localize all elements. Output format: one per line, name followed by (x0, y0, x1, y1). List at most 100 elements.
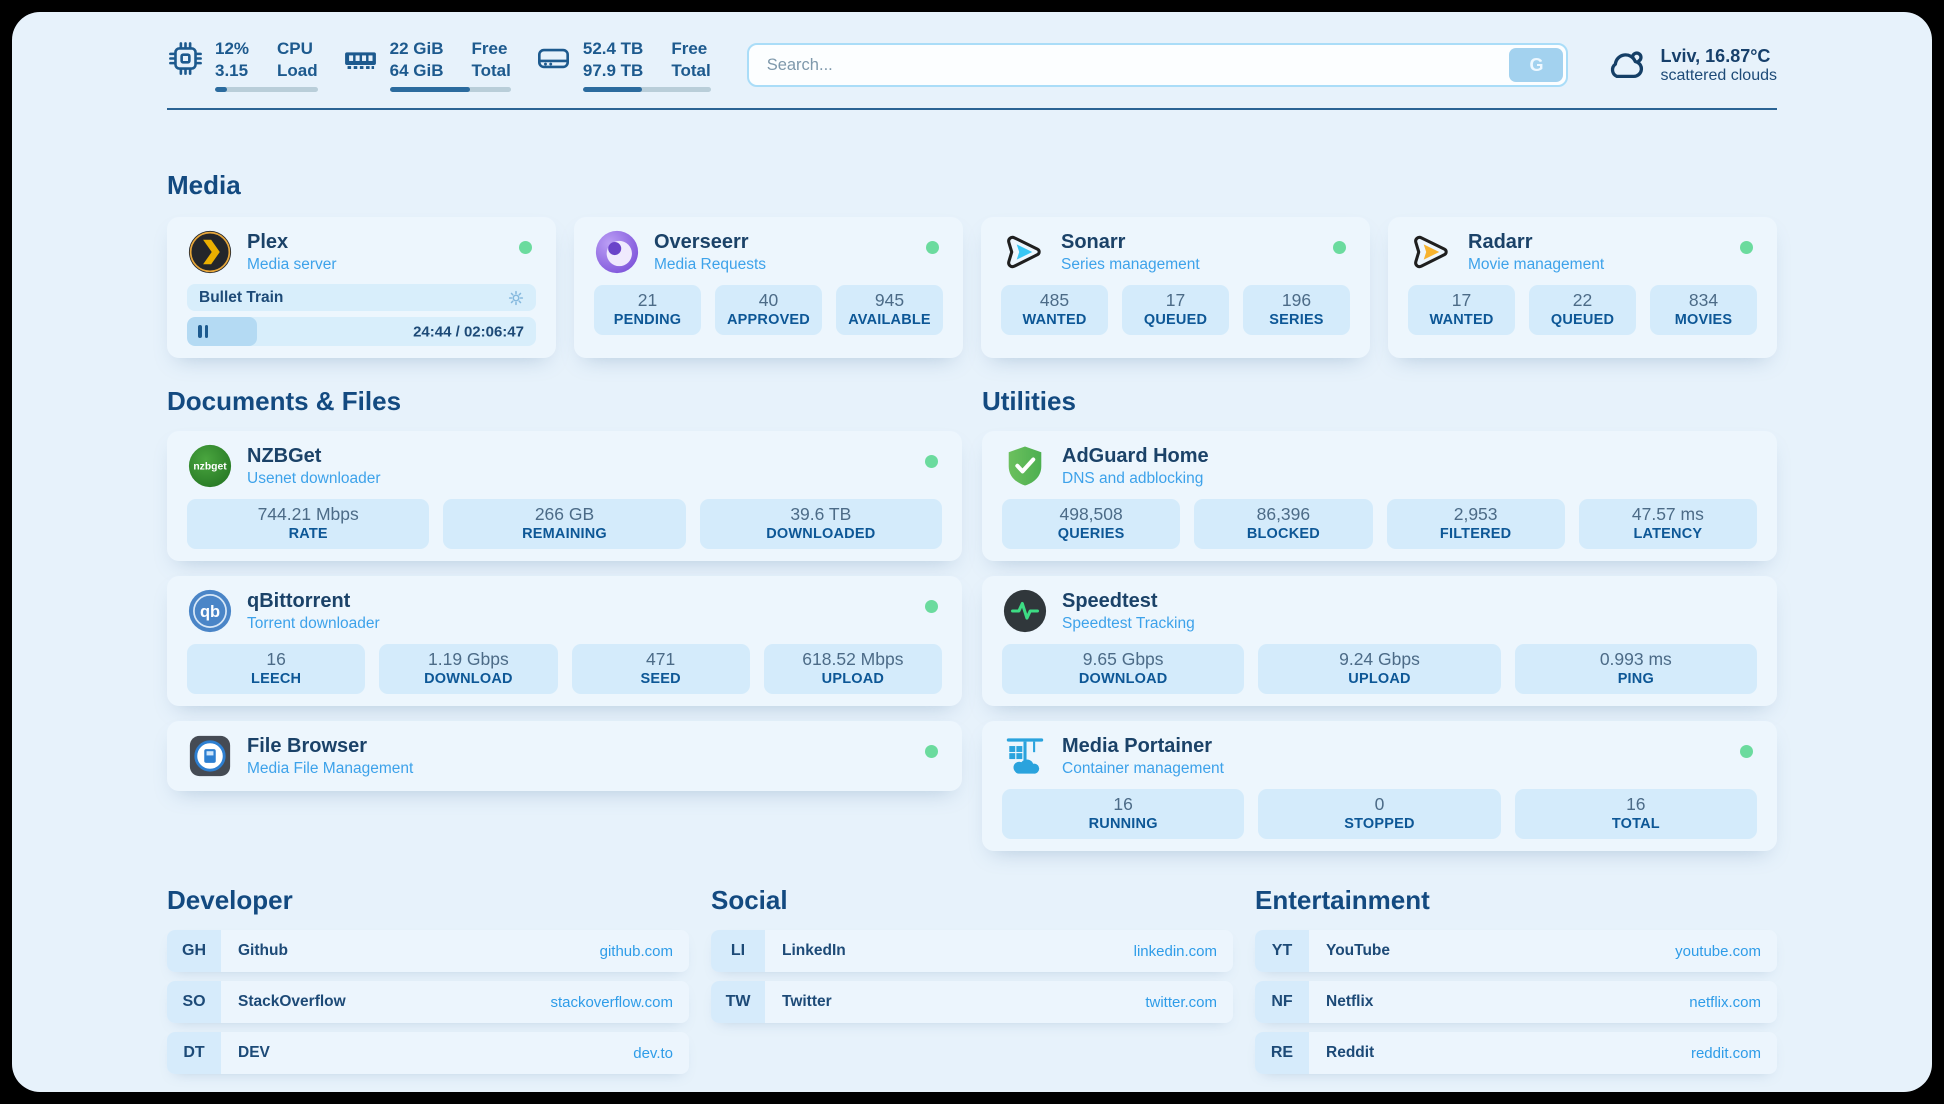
stat-download: 1.19 Gbps DOWNLOAD (379, 644, 557, 694)
filebrowser-icon (187, 733, 233, 779)
stat-value: 618.52 Mbps (768, 649, 938, 670)
stat-value: 834 (1654, 290, 1753, 311)
stat-value: 266 GB (447, 504, 681, 525)
bookmark-name: Reddit (1326, 1044, 1374, 1062)
bookmark-url[interactable]: reddit.com (1691, 1045, 1761, 1062)
app-desc: DNS and adblocking (1062, 470, 1209, 488)
bookmark-badge: DT (167, 1032, 221, 1074)
bookmark-url[interactable]: youtube.com (1675, 943, 1761, 960)
bookmark-linkedin[interactable]: LI LinkedIn linkedin.com (711, 930, 1233, 972)
disk-total-value: 97.9 TB (583, 60, 643, 82)
bookmark-badge: NF (1255, 981, 1309, 1023)
app-card-portainer[interactable]: Media Portainer Container management 16 … (982, 721, 1777, 851)
section-title-media: Media (167, 170, 1777, 201)
app-card-filebrowser[interactable]: File Browser Media File Management (167, 721, 962, 791)
search-engine-button[interactable]: G (1509, 48, 1563, 82)
bookmark-badge: YT (1255, 930, 1309, 972)
app-card-sonarr[interactable]: Sonarr Series management 485 WANTED 17 Q… (981, 217, 1370, 358)
bookmark-badge: RE (1255, 1032, 1309, 1074)
dashboard-panel: 12% 3.15 CPU Load (12, 12, 1932, 1092)
bookmark-group-social: Social LI LinkedIn linkedin.com TW Twitt… (711, 885, 1233, 1074)
cloud-icon (1604, 43, 1648, 87)
section-title-social: Social (711, 885, 1233, 916)
bookmark-dev[interactable]: DT DEV dev.to (167, 1032, 689, 1074)
bookmark-youtube[interactable]: YT YouTube youtube.com (1255, 930, 1777, 972)
bookmark-url[interactable]: netflix.com (1689, 994, 1761, 1011)
stat-value: 9.65 Gbps (1006, 649, 1240, 670)
app-desc: Torrent downloader (247, 615, 380, 633)
stat-label: TOTAL (1519, 816, 1753, 832)
stat-label: RATE (191, 526, 425, 542)
bookmark-url[interactable]: linkedin.com (1134, 943, 1217, 960)
plex-now-playing: Bullet Train 24:44 / 02:06:47 (187, 284, 536, 346)
section-title-entertainment: Entertainment (1255, 885, 1777, 916)
status-online-dot (925, 600, 938, 613)
portainer-icon (1002, 733, 1048, 779)
disk-label-1: Free (671, 38, 710, 60)
app-card-nzbget[interactable]: nzbget NZBGet Usenet downloader 744.21 M… (167, 431, 962, 561)
bookmark-url[interactable]: stackoverflow.com (550, 994, 673, 1011)
bookmark-github[interactable]: GH Github github.com (167, 930, 689, 972)
bookmark-name: Github (238, 942, 288, 960)
player-progress-bar[interactable]: 24:44 / 02:06:47 (187, 317, 536, 346)
disk-icon (535, 40, 572, 77)
app-card-plex[interactable]: Plex Media server Bullet Train (167, 217, 556, 358)
player-settings-gear-icon[interactable] (506, 288, 526, 308)
stat-label: SEED (576, 671, 746, 687)
stat-available: 945 AVAILABLE (836, 285, 943, 335)
status-online-dot (519, 241, 532, 254)
stat-label: AVAILABLE (840, 312, 939, 328)
stat-value: 196 (1247, 290, 1346, 311)
now-playing-title: Bullet Train (199, 289, 283, 307)
bookmark-reddit[interactable]: RE Reddit reddit.com (1255, 1032, 1777, 1074)
app-card-adguard[interactable]: AdGuard Home DNS and adblocking 498,508 … (982, 431, 1777, 561)
stat-value: 16 (191, 649, 361, 670)
svg-text:qb: qb (200, 603, 220, 621)
app-name: Media Portainer (1062, 734, 1224, 758)
ram-total-value: 64 GiB (390, 60, 444, 82)
stat-value: 16 (1006, 794, 1240, 815)
stat-pending: 21 PENDING (594, 285, 701, 335)
cpu-label-2: Load (277, 60, 318, 82)
bookmark-url[interactable]: dev.to (633, 1045, 673, 1062)
weather-condition: scattered clouds (1660, 67, 1777, 85)
stat-blocked: 86,396 BLOCKED (1194, 499, 1372, 549)
bookmark-url[interactable]: twitter.com (1145, 994, 1217, 1011)
app-desc: Usenet downloader (247, 470, 381, 488)
media-card-grid: Plex Media server Bullet Train (167, 217, 1777, 358)
stat-label: PENDING (598, 312, 697, 328)
stat-label: FILTERED (1391, 526, 1561, 542)
stat-value: 744.21 Mbps (191, 504, 425, 525)
app-card-speedtest[interactable]: Speedtest Speedtest Tracking 9.65 Gbps D… (982, 576, 1777, 706)
stat-label: SERIES (1247, 312, 1346, 328)
app-card-overseerr[interactable]: Overseerr Media Requests 21 PENDING 40 A… (574, 217, 963, 358)
stat-value: 39.6 TB (704, 504, 938, 525)
pause-icon[interactable] (198, 325, 202, 338)
bookmark-netflix[interactable]: NF Netflix netflix.com (1255, 981, 1777, 1023)
stat-value: 2,953 (1391, 504, 1561, 525)
stat-movies: 834 MOVIES (1650, 285, 1757, 335)
status-online-dot (1333, 241, 1346, 254)
cpu-usage-value: 12% (215, 38, 249, 60)
stat-label: WANTED (1005, 312, 1104, 328)
bookmark-stackoverflow[interactable]: SO StackOverflow stackoverflow.com (167, 981, 689, 1023)
stat-value: 17 (1126, 290, 1225, 311)
stat-queries: 498,508 QUERIES (1002, 499, 1180, 549)
sonarr-icon (1001, 229, 1047, 275)
stat-filtered: 2,953 FILTERED (1387, 499, 1565, 549)
app-card-qbittorrent[interactable]: qb qBittorrent Torrent downloader 16 (167, 576, 962, 706)
stat-rate: 744.21 Mbps RATE (187, 499, 429, 549)
app-name: File Browser (247, 734, 413, 758)
stat-label: QUEUED (1533, 312, 1632, 328)
speedtest-icon (1002, 588, 1048, 634)
stat-value: 485 (1005, 290, 1104, 311)
app-desc: Media File Management (247, 760, 413, 778)
app-card-radarr[interactable]: Radarr Movie management 17 WANTED 22 QUE… (1388, 217, 1777, 358)
bookmark-twitter[interactable]: TW Twitter twitter.com (711, 981, 1233, 1023)
radarr-icon (1408, 229, 1454, 275)
stat-value: 0.993 ms (1519, 649, 1753, 670)
search-input[interactable] (747, 43, 1569, 87)
stat-label: STOPPED (1262, 816, 1496, 832)
bookmark-url[interactable]: github.com (600, 943, 673, 960)
stat-running: 16 RUNNING (1002, 789, 1244, 839)
